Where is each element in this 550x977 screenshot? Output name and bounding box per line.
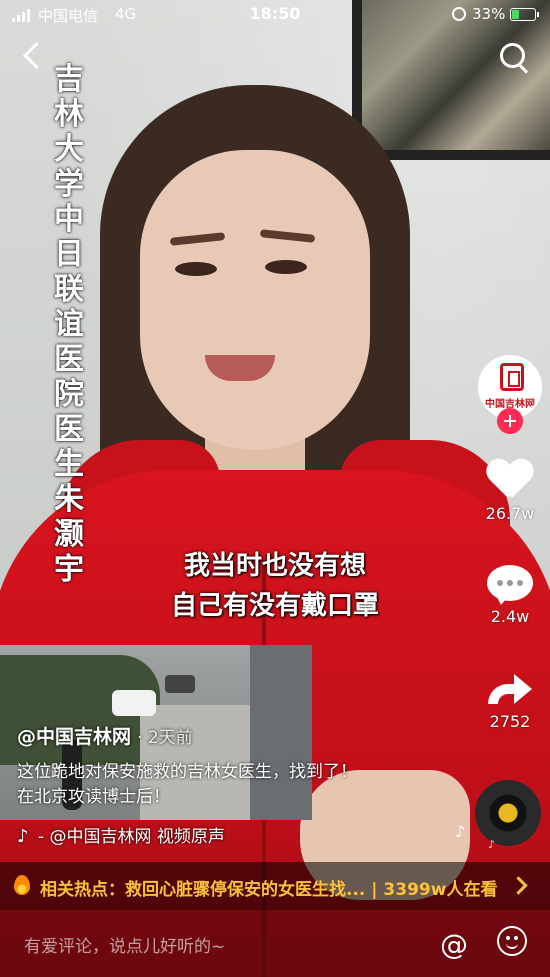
subtitle-line-2: 自己有没有戴口罩 (170, 591, 379, 621)
music-disc-button[interactable] (475, 780, 541, 846)
music-note-icon: ♪ (488, 838, 496, 851)
comment-button[interactable]: 2.4w (476, 565, 544, 626)
music-title: - @中国吉林网 视频原声 (37, 827, 225, 847)
author-row: @中国吉林网 · 2天前 (17, 722, 193, 749)
hotspot-text: 相关热点：救回心脏骤停保安的女医生找... | 3399w人在看 (40, 880, 498, 900)
share-arrow-icon (486, 670, 534, 710)
comment-bubble-icon (487, 565, 533, 605)
tiktok-logo-icon: ♪ (17, 826, 29, 847)
music-note-icon: ♪ (455, 822, 466, 841)
battery-icon (510, 8, 536, 21)
flame-icon (14, 875, 30, 895)
person-face (140, 150, 370, 450)
battery-percent: 33% (472, 5, 506, 23)
follow-button[interactable] (497, 408, 523, 434)
search-button[interactable] (497, 40, 531, 74)
comment-count: 2.4w (490, 607, 530, 626)
description-line-2: 在北京攻读博士后！ (17, 787, 170, 807)
related-hotspot-bar[interactable]: 相关热点：救回心脏骤停保安的女医生找... | 3399w人在看 (0, 862, 550, 910)
author-name[interactable]: @中国吉林网 (17, 726, 131, 748)
like-button[interactable]: 26.7w (476, 460, 544, 523)
heart-icon (487, 460, 533, 502)
post-time: · 2天前 (137, 728, 193, 748)
comment-input[interactable]: 有爱评论，说点儿好听的~ (24, 932, 225, 957)
status-bar: 中国电信 4G 18:50 33% (0, 0, 550, 30)
share-count: 2752 (489, 712, 531, 731)
chevron-right-icon (509, 876, 528, 895)
mention-icon[interactable]: @ (440, 928, 468, 961)
status-time: 18:50 (249, 4, 301, 23)
subtitle-line-1: 我当时也没有想 (183, 551, 366, 581)
comment-bar: 有爱评论，说点儿好听的~ @ (0, 910, 550, 977)
like-count: 26.7w (485, 504, 535, 523)
rotation-lock-icon (452, 7, 466, 21)
description-line-1: 这位跪地对保安施救的吉林女医生，找到了！ (17, 762, 357, 782)
post-description[interactable]: 这位跪地对保安施救的吉林女医生，找到了！ 在北京攻读博士后！ (17, 760, 437, 810)
vertical-caption: 吉林大学中日联谊医院医生朱灏宇 (54, 62, 84, 587)
back-button[interactable] (16, 38, 50, 72)
emoji-icon[interactable] (497, 926, 527, 956)
logo-icon (500, 363, 524, 391)
music-info[interactable]: ♪ - @中国吉林网 视频原声 (17, 822, 225, 847)
share-button[interactable]: 2752 (476, 670, 544, 731)
